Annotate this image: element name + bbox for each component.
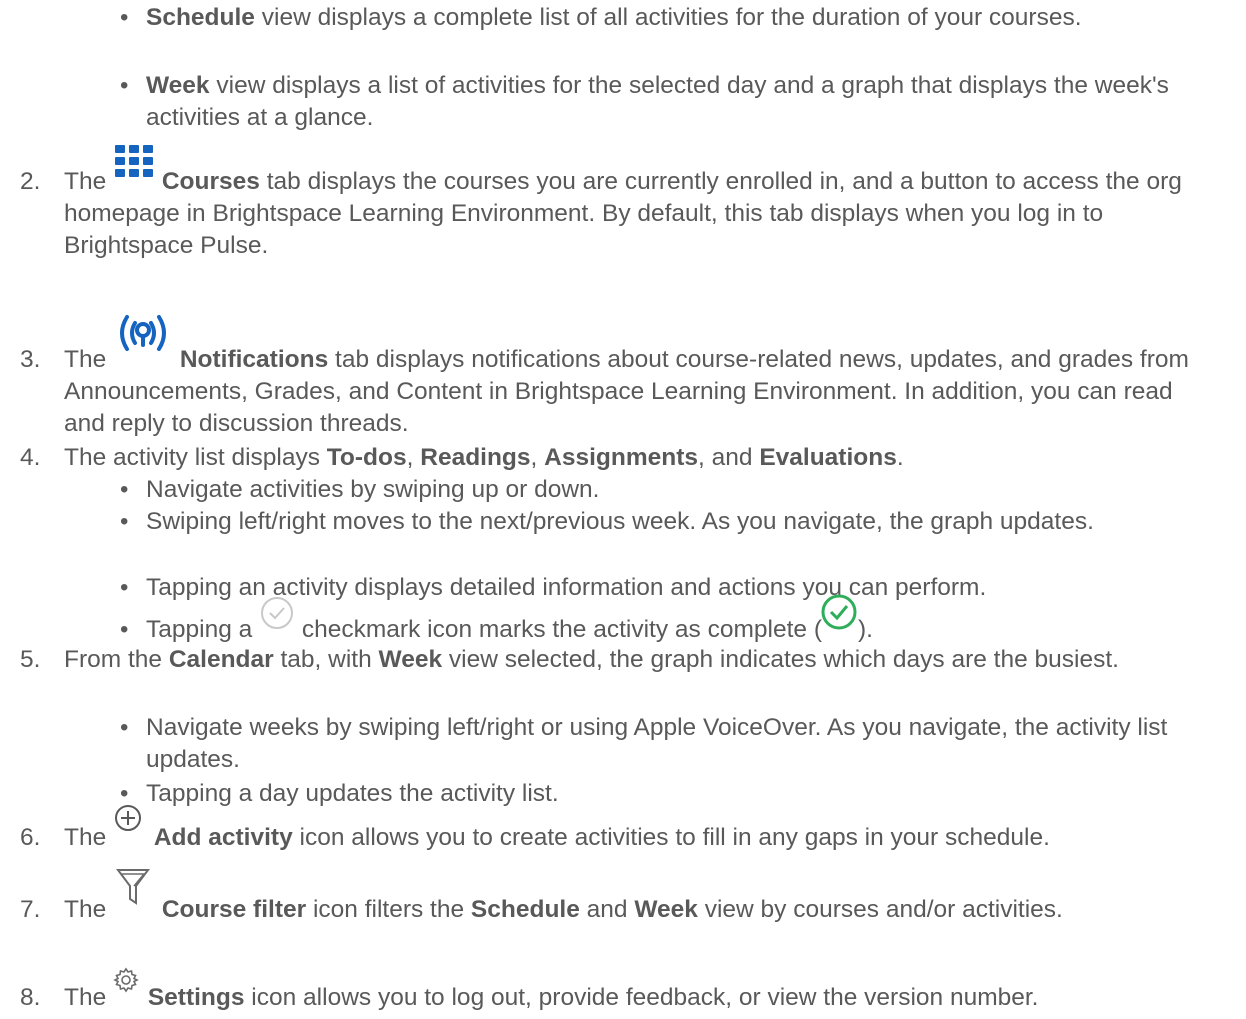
item-text: and [579, 896, 635, 923]
filter-icon [113, 868, 155, 925]
sub-text: ). [857, 616, 873, 643]
list-item-activity-list: 4. The activity list displays To-dos, Re… [0, 442, 1238, 474]
list-item: • Swiping left/right moves to the next/p… [0, 506, 1238, 570]
bullet: • [120, 476, 129, 503]
list-item-notifications: 3. The Notifications tab displays notifi… [0, 310, 1238, 440]
item-number: 7. [20, 896, 41, 923]
schedule-label: Schedule [146, 4, 255, 31]
checkmark-outline-icon [259, 596, 295, 645]
schedule-label: Schedule [470, 896, 580, 923]
bullet: • [120, 508, 129, 535]
week-label: Week [634, 896, 698, 923]
list-item-calendar: 5. From the Calendar tab, with Week view… [0, 644, 1238, 708]
separator: , [406, 444, 421, 471]
item-text: icon filters the [306, 896, 471, 923]
todos-label: To-dos [326, 444, 407, 471]
assignments-label: Assignments [544, 444, 698, 471]
separator: . [896, 444, 904, 471]
settings-label: Settings [147, 984, 245, 1011]
list-item-settings: 8. The Settings icon allows you to log o… [0, 967, 1238, 1016]
list-item-courses: 2. The Courses tab displays the courses … [0, 132, 1238, 259]
item-prefix: The activity list displays [64, 444, 327, 471]
list-item-checkmark: • Tapping a checkmark icon marks the act… [0, 594, 1238, 646]
bullet: • [120, 616, 129, 643]
sub-text: Navigate weeks by swiping left/right or … [146, 714, 1168, 773]
list-item-schedule-view: • Schedule view displays a complete list… [0, 2, 1238, 66]
item-number: 4. [20, 444, 41, 471]
list-item-course-filter: 7. The Course filter icon filters the Sc… [0, 868, 1238, 950]
list-item: • Tapping an activity displays detailed … [0, 572, 1238, 604]
course-filter-label: Course filter [161, 896, 307, 923]
item-prefix: The [64, 824, 114, 851]
sub-text: Swiping left/right moves to the next/pre… [146, 508, 1094, 535]
item-number: 8. [20, 984, 41, 1011]
courses-label: Courses [161, 168, 260, 195]
item-prefix: The [64, 984, 114, 1011]
bullet: • [120, 72, 129, 99]
gear-icon [113, 967, 141, 1011]
item-number: 6. [20, 824, 41, 851]
bullet: • [120, 4, 129, 31]
sub-text: Navigate activities by swiping up or dow… [146, 476, 600, 503]
item-text: view by courses and/or activities. [697, 896, 1063, 923]
sub-text: checkmark icon marks the activity as com… [295, 616, 822, 643]
settings-text: icon allows you to log out, provide feed… [244, 984, 1039, 1011]
item-text: view selected, the graph indicates which… [442, 646, 1119, 673]
item-number: 2. [20, 168, 41, 195]
sub-text: Tapping a [146, 616, 260, 643]
item-prefix: The [64, 896, 114, 923]
separator: , [530, 444, 545, 471]
week-text: view displays a list of activities for t… [146, 72, 1169, 131]
evaluations-label: Evaluations [759, 444, 897, 471]
broadcast-icon [113, 314, 173, 375]
list-item: • Tapping a day updates the activity lis… [0, 778, 1238, 810]
item-number: 5. [20, 646, 41, 673]
list-item-add-activity: 6. The Add activity icon allows you to c… [0, 804, 1238, 878]
week-label: Week [378, 646, 443, 673]
list-item-week-view: • Week view displays a list of activitie… [0, 70, 1238, 134]
list-item: • Navigate weeks by swiping left/right o… [0, 712, 1238, 776]
plus-circle-icon [113, 804, 147, 853]
item-prefix: The [64, 168, 114, 195]
calendar-label: Calendar [168, 646, 274, 673]
notifications-label: Notifications [179, 346, 329, 373]
add-activity-text: icon allows you to create activities to … [292, 824, 1050, 851]
schedule-text: view displays a complete list of all act… [254, 4, 1082, 31]
checkmark-complete-icon [821, 594, 858, 645]
item-number: 3. [20, 346, 41, 373]
week-label: Week [146, 72, 210, 99]
item-prefix: The [64, 346, 114, 373]
bullet: • [120, 574, 129, 601]
add-activity-label: Add activity [153, 824, 293, 851]
separator: , and [698, 444, 760, 471]
item-text: tab, with [273, 646, 379, 673]
readings-label: Readings [420, 444, 531, 471]
bullet: • [120, 714, 129, 741]
grid-icon [113, 144, 155, 181]
item-prefix: From the [64, 646, 169, 673]
list-item: • Navigate activities by swiping up or d… [0, 474, 1238, 506]
sub-text: Tapping a day updates the activity list. [146, 780, 559, 807]
